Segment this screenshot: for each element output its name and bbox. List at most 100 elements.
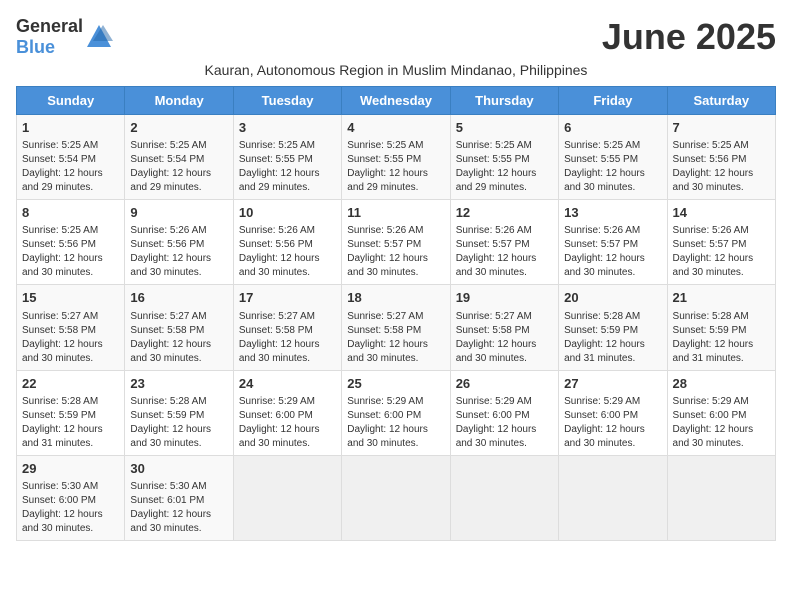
day-number: 25: [347, 375, 444, 393]
day-info: Sunrise: 5:29 AM Sunset: 6:00 PM Dayligh…: [239, 395, 336, 451]
day-number: 13: [564, 204, 661, 222]
logo-blue: Blue: [16, 37, 55, 57]
calendar-cell: 10 Sunrise: 5:26 AM Sunset: 5:56 PM Dayli…: [233, 200, 341, 285]
calendar-cell: 7 Sunrise: 5:25 AM Sunset: 5:56 PM Daylig…: [667, 115, 775, 200]
calendar-cell: 3Sunrise: 5:25 AM Sunset: 5:55 PM Daylig…: [233, 115, 341, 200]
day-number: 26: [456, 375, 553, 393]
calendar-week-3: 15 Sunrise: 5:27 AM Sunset: 5:58 PM Dayli…: [17, 285, 776, 370]
day-info: Sunrise: 5:27 AM Sunset: 5:58 PM Dayligh…: [130, 310, 227, 366]
day-info: Sunrise: 5:28 AM Sunset: 5:59 PM Dayligh…: [673, 310, 770, 366]
day-info: Sunrise: 5:30 AM Sunset: 6:01 PM Dayligh…: [130, 480, 227, 536]
day-number: 30: [130, 460, 227, 478]
logo-general: General: [16, 16, 83, 36]
day-number: 21: [673, 289, 770, 307]
day-number: 20: [564, 289, 661, 307]
calendar-cell: 19 Sunrise: 5:27 AM Sunset: 5:58 PM Dayli…: [450, 285, 558, 370]
day-info: Sunrise: 5:27 AM Sunset: 5:58 PM Dayligh…: [347, 310, 444, 366]
day-number: 11: [347, 204, 444, 222]
calendar-cell: 8 Sunrise: 5:25 AM Sunset: 5:56 PM Daylig…: [17, 200, 125, 285]
day-number: 14: [673, 204, 770, 222]
header-day-saturday: Saturday: [667, 87, 775, 115]
calendar-cell: 11 Sunrise: 5:26 AM Sunset: 5:57 PM Dayli…: [342, 200, 450, 285]
day-number: 8: [22, 204, 119, 222]
header-day-friday: Friday: [559, 87, 667, 115]
calendar-cell: 1 Sunrise: 5:25 AM Sunset: 5:54 PM Daylig…: [17, 115, 125, 200]
calendar-cell: 27Sunrise: 5:29 AM Sunset: 6:00 PM Dayli…: [559, 370, 667, 455]
calendar-cell: [667, 455, 775, 540]
day-number: 9: [130, 204, 227, 222]
calendar-week-4: 22 Sunrise: 5:28 AM Sunset: 5:59 PM Dayli…: [17, 370, 776, 455]
day-info: Sunrise: 5:27 AM Sunset: 5:58 PM Dayligh…: [456, 310, 553, 366]
calendar-cell: 6Sunrise: 5:25 AM Sunset: 5:55 PM Daylig…: [559, 115, 667, 200]
header-day-thursday: Thursday: [450, 87, 558, 115]
day-number: 15: [22, 289, 119, 307]
calendar-cell: 21 Sunrise: 5:28 AM Sunset: 5:59 PM Dayli…: [667, 285, 775, 370]
calendar-cell: [450, 455, 558, 540]
day-number: 5: [456, 119, 553, 137]
day-info: Sunrise: 5:25 AM Sunset: 5:55 PM Dayligh…: [239, 139, 336, 195]
logo: General Blue: [16, 16, 113, 58]
day-info: Sunrise: 5:25 AM Sunset: 5:56 PM Dayligh…: [22, 224, 119, 280]
day-info: Sunrise: 5:26 AM Sunset: 5:57 PM Dayligh…: [456, 224, 553, 280]
day-number: 2: [130, 119, 227, 137]
day-number: 18: [347, 289, 444, 307]
header-day-monday: Monday: [125, 87, 233, 115]
day-number: 4: [347, 119, 444, 137]
calendar-body: 1 Sunrise: 5:25 AM Sunset: 5:54 PM Daylig…: [17, 115, 776, 541]
calendar-cell: 25 Sunrise: 5:29 AM Sunset: 6:00 PM Dayli…: [342, 370, 450, 455]
day-info: Sunrise: 5:25 AM Sunset: 5:54 PM Dayligh…: [130, 139, 227, 195]
calendar-cell: 30 Sunrise: 5:30 AM Sunset: 6:01 PM Dayli…: [125, 455, 233, 540]
day-info: Sunrise: 5:26 AM Sunset: 5:57 PM Dayligh…: [564, 224, 661, 280]
day-info: Sunrise: 5:26 AM Sunset: 5:56 PM Dayligh…: [130, 224, 227, 280]
day-info: Sunrise: 5:29 AM Sunset: 6:00 PM Dayligh…: [456, 395, 553, 451]
logo-text: General Blue: [16, 16, 83, 58]
calendar-cell: 2 Sunrise: 5:25 AM Sunset: 5:54 PM Daylig…: [125, 115, 233, 200]
day-info: Sunrise: 5:28 AM Sunset: 5:59 PM Dayligh…: [130, 395, 227, 451]
day-number: 12: [456, 204, 553, 222]
day-info: Sunrise: 5:29 AM Sunset: 6:00 PM Dayligh…: [673, 395, 770, 451]
calendar-cell: 14Sunrise: 5:26 AM Sunset: 5:57 PM Dayli…: [667, 200, 775, 285]
day-info: Sunrise: 5:26 AM Sunset: 5:56 PM Dayligh…: [239, 224, 336, 280]
calendar-cell: 4 Sunrise: 5:25 AM Sunset: 5:55 PM Daylig…: [342, 115, 450, 200]
day-number: 22: [22, 375, 119, 393]
calendar-cell: [233, 455, 341, 540]
calendar-cell: 5 Sunrise: 5:25 AM Sunset: 5:55 PM Daylig…: [450, 115, 558, 200]
day-info: Sunrise: 5:29 AM Sunset: 6:00 PM Dayligh…: [347, 395, 444, 451]
calendar-cell: 28 Sunrise: 5:29 AM Sunset: 6:00 PM Dayli…: [667, 370, 775, 455]
day-info: Sunrise: 5:28 AM Sunset: 5:59 PM Dayligh…: [22, 395, 119, 451]
calendar-cell: 18 Sunrise: 5:27 AM Sunset: 5:58 PM Dayli…: [342, 285, 450, 370]
day-info: Sunrise: 5:25 AM Sunset: 5:55 PM Dayligh…: [456, 139, 553, 195]
calendar-cell: 16 Sunrise: 5:27 AM Sunset: 5:58 PM Dayli…: [125, 285, 233, 370]
subtitle: Kauran, Autonomous Region in Muslim Mind…: [16, 62, 776, 78]
day-info: Sunrise: 5:25 AM Sunset: 5:55 PM Dayligh…: [564, 139, 661, 195]
day-number: 1: [22, 119, 119, 137]
header-day-wednesday: Wednesday: [342, 87, 450, 115]
day-info: Sunrise: 5:28 AM Sunset: 5:59 PM Dayligh…: [564, 310, 661, 366]
calendar-week-5: 29Sunrise: 5:30 AM Sunset: 6:00 PM Dayli…: [17, 455, 776, 540]
day-number: 10: [239, 204, 336, 222]
day-number: 17: [239, 289, 336, 307]
day-info: Sunrise: 5:25 AM Sunset: 5:54 PM Dayligh…: [22, 139, 119, 195]
day-info: Sunrise: 5:27 AM Sunset: 5:58 PM Dayligh…: [239, 310, 336, 366]
day-number: 7: [673, 119, 770, 137]
day-info: Sunrise: 5:26 AM Sunset: 5:57 PM Dayligh…: [347, 224, 444, 280]
calendar-cell: 23Sunrise: 5:28 AM Sunset: 5:59 PM Dayli…: [125, 370, 233, 455]
calendar-week-1: 1 Sunrise: 5:25 AM Sunset: 5:54 PM Daylig…: [17, 115, 776, 200]
calendar-cell: 29Sunrise: 5:30 AM Sunset: 6:00 PM Dayli…: [17, 455, 125, 540]
calendar-cell: 26 Sunrise: 5:29 AM Sunset: 6:00 PM Dayli…: [450, 370, 558, 455]
header-day-sunday: Sunday: [17, 87, 125, 115]
calendar-header-row: SundayMondayTuesdayWednesdayThursdayFrid…: [17, 87, 776, 115]
calendar-table: SundayMondayTuesdayWednesdayThursdayFrid…: [16, 86, 776, 541]
header: General Blue June 2025: [16, 16, 776, 58]
calendar-cell: 12 Sunrise: 5:26 AM Sunset: 5:57 PM Dayli…: [450, 200, 558, 285]
day-number: 28: [673, 375, 770, 393]
day-info: Sunrise: 5:29 AM Sunset: 6:00 PM Dayligh…: [564, 395, 661, 451]
calendar-cell: [342, 455, 450, 540]
day-number: 19: [456, 289, 553, 307]
calendar-cell: 17 Sunrise: 5:27 AM Sunset: 5:58 PM Dayli…: [233, 285, 341, 370]
day-info: Sunrise: 5:25 AM Sunset: 5:55 PM Dayligh…: [347, 139, 444, 195]
calendar-cell: 13 Sunrise: 5:26 AM Sunset: 5:57 PM Dayli…: [559, 200, 667, 285]
day-number: 16: [130, 289, 227, 307]
day-info: Sunrise: 5:25 AM Sunset: 5:56 PM Dayligh…: [673, 139, 770, 195]
calendar-cell: 24Sunrise: 5:29 AM Sunset: 6:00 PM Dayli…: [233, 370, 341, 455]
